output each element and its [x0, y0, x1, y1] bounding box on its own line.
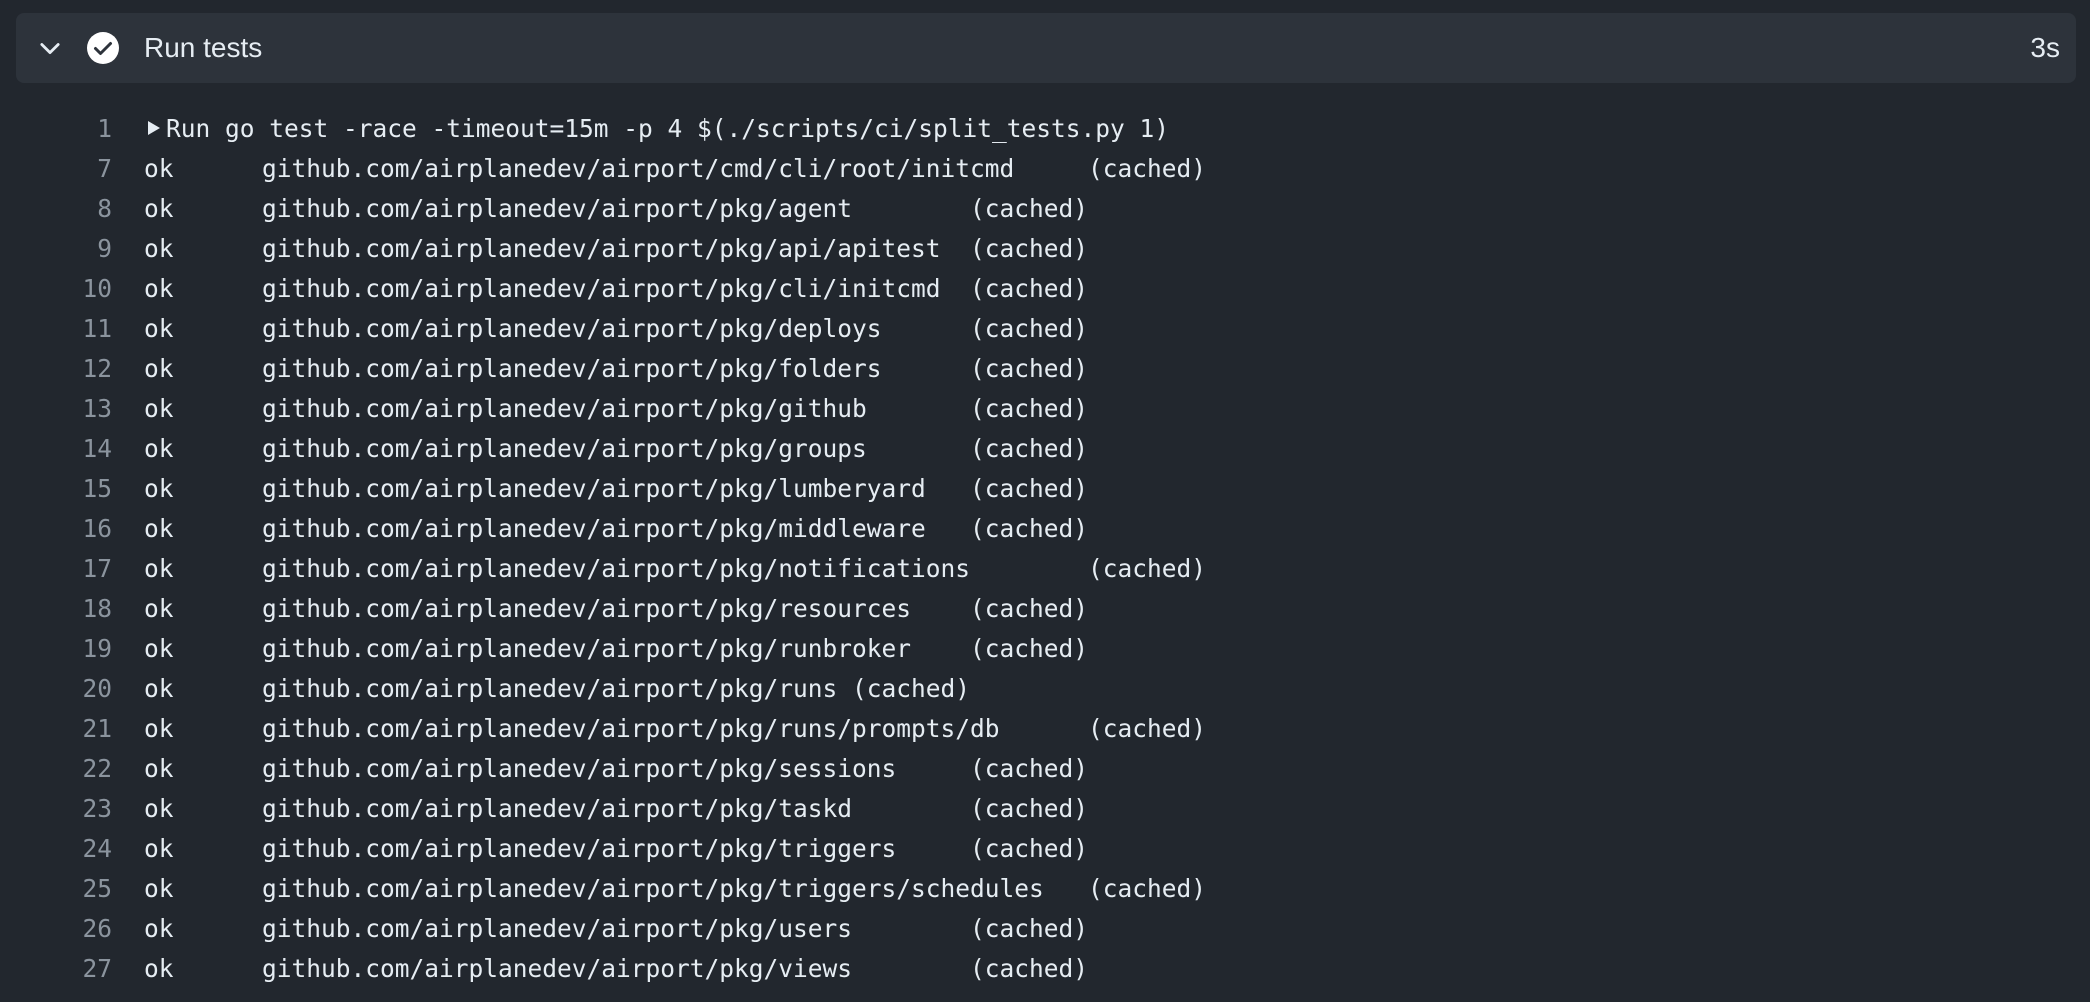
line-number[interactable]: 1 [40, 109, 112, 149]
log-text: ok github.com/airplanedev/airport/pkg/cl… [144, 274, 1089, 303]
line-number[interactable]: 17 [40, 549, 112, 589]
log-text-wrap: ok github.com/airplanedev/airport/pkg/gi… [144, 389, 1088, 429]
step-header[interactable]: Run tests 3s [16, 13, 2076, 83]
log-line: 8 ok github.com/airplanedev/airport/pkg/a… [0, 189, 2090, 229]
log-text-wrap: ok github.com/airplanedev/airport/pkg/lu… [144, 469, 1088, 509]
log-text: ok github.com/airplanedev/airport/pkg/mi… [144, 514, 1089, 543]
log-text: Run go test -race -timeout=15m -p 4 $(./… [166, 114, 1170, 143]
line-number[interactable]: 9 [40, 229, 112, 269]
log-text: ok github.com/airplanedev/airport/pkg/tr… [144, 834, 1089, 863]
log-text: ok github.com/airplanedev/airport/pkg/re… [144, 594, 1089, 623]
log-text-wrap: ok github.com/airplanedev/airport/pkg/tr… [144, 829, 1088, 869]
line-number[interactable]: 27 [40, 949, 112, 989]
log-line: 18 ok github.com/airplanedev/airport/pkg/… [0, 589, 2090, 629]
line-number[interactable]: 12 [40, 349, 112, 389]
line-number[interactable]: 24 [40, 829, 112, 869]
log-line: 20 ok github.com/airplanedev/airport/pkg/… [0, 669, 2090, 709]
log-text: ok github.com/airplanedev/airport/pkg/gr… [144, 434, 1089, 463]
log-text-wrap: ok github.com/airplanedev/airport/pkg/ag… [144, 189, 1088, 229]
log-text-wrap: ok github.com/airplanedev/airport/pkg/ta… [144, 789, 1088, 829]
log-text: ok github.com/airplanedev/airport/pkg/ag… [144, 194, 1089, 223]
log-text: ok github.com/airplanedev/airport/pkg/no… [144, 554, 1207, 583]
log-line: 21 ok github.com/airplanedev/airport/pkg/… [0, 709, 2090, 749]
log-text-wrap: ok github.com/airplanedev/airport/pkg/ru… [144, 669, 970, 709]
log-text-wrap: ok github.com/airplanedev/airport/pkg/us… [144, 909, 1088, 949]
log-line: 17 ok github.com/airplanedev/airport/pkg/… [0, 549, 2090, 589]
log-text: ok github.com/airplanedev/airport/pkg/fo… [144, 354, 1089, 383]
line-number[interactable]: 18 [40, 589, 112, 629]
chevron-down-icon[interactable] [36, 34, 64, 62]
line-number[interactable]: 19 [40, 629, 112, 669]
log-line: 15 ok github.com/airplanedev/airport/pkg/… [0, 469, 2090, 509]
log-text: ok github.com/airplanedev/airport/pkg/ru… [144, 674, 971, 703]
line-number[interactable]: 10 [40, 269, 112, 309]
log-line: 7 ok github.com/airplanedev/airport/cmd/c… [0, 149, 2090, 189]
line-number[interactable]: 23 [40, 789, 112, 829]
log-text-wrap: Run go test -race -timeout=15m -p 4 $(./… [144, 109, 1169, 149]
log-line: 12 ok github.com/airplanedev/airport/pkg/… [0, 349, 2090, 389]
log-line: 10 ok github.com/airplanedev/airport/pkg/… [0, 269, 2090, 309]
log-line: 24 ok github.com/airplanedev/airport/pkg/… [0, 829, 2090, 869]
log-line: 26 ok github.com/airplanedev/airport/pkg/… [0, 909, 2090, 949]
triangle-right-icon[interactable] [144, 118, 164, 138]
log-line: 19 ok github.com/airplanedev/airport/pkg/… [0, 629, 2090, 669]
log-text-wrap: ok github.com/airplanedev/airport/pkg/cl… [144, 269, 1088, 309]
log-line[interactable]: 1 Run go test -race -timeout=15m -p 4 $(.… [0, 109, 2090, 149]
log-text: ok github.com/airplanedev/airport/pkg/tr… [144, 874, 1207, 903]
step-title: Run tests [144, 32, 263, 63]
log-text-wrap: ok github.com/airplanedev/airport/pkg/vi… [144, 949, 1088, 989]
log-text-wrap: ok github.com/airplanedev/airport/pkg/ap… [144, 229, 1088, 269]
log-line: 23 ok github.com/airplanedev/airport/pkg/… [0, 789, 2090, 829]
log-text: ok github.com/airplanedev/airport/pkg/ap… [144, 234, 1089, 263]
log-text: ok github.com/airplanedev/airport/pkg/gi… [144, 394, 1089, 423]
log-text: ok github.com/airplanedev/airport/pkg/ru… [144, 714, 1207, 743]
log-text-wrap: ok github.com/airplanedev/airport/pkg/no… [144, 549, 1206, 589]
log-text: ok github.com/airplanedev/airport/pkg/lu… [144, 474, 1089, 503]
log-text-wrap: ok github.com/airplanedev/airport/pkg/ru… [144, 629, 1088, 669]
log-line: 16 ok github.com/airplanedev/airport/pkg/… [0, 509, 2090, 549]
log-text-wrap: ok github.com/airplanedev/airport/pkg/ru… [144, 709, 1206, 749]
log-text-wrap: ok github.com/airplanedev/airport/pkg/gr… [144, 429, 1088, 469]
log-text: ok github.com/airplanedev/airport/pkg/ta… [144, 794, 1089, 823]
log-text-wrap: ok github.com/airplanedev/airport/cmd/cl… [144, 149, 1206, 189]
log-line: 11 ok github.com/airplanedev/airport/pkg/… [0, 309, 2090, 349]
line-number[interactable]: 7 [40, 149, 112, 189]
log-line: 14 ok github.com/airplanedev/airport/pkg/… [0, 429, 2090, 469]
line-number[interactable]: 13 [40, 389, 112, 429]
log-text: ok github.com/airplanedev/airport/pkg/se… [144, 754, 1089, 783]
line-number[interactable]: 22 [40, 749, 112, 789]
log-line: 9 ok github.com/airplanedev/airport/pkg/a… [0, 229, 2090, 269]
line-number[interactable]: 11 [40, 309, 112, 349]
log-text-wrap: ok github.com/airplanedev/airport/pkg/de… [144, 309, 1088, 349]
line-number[interactable]: 16 [40, 509, 112, 549]
check-circle-icon [87, 32, 119, 64]
line-number[interactable]: 14 [40, 429, 112, 469]
line-number[interactable]: 21 [40, 709, 112, 749]
line-number[interactable]: 8 [40, 189, 112, 229]
log-text-wrap: ok github.com/airplanedev/airport/pkg/se… [144, 749, 1088, 789]
line-number[interactable]: 15 [40, 469, 112, 509]
line-number[interactable]: 20 [40, 669, 112, 709]
log-text: ok github.com/airplanedev/airport/pkg/vi… [144, 954, 1089, 983]
log-line: 27 ok github.com/airplanedev/airport/pkg/… [0, 949, 2090, 989]
log-text-wrap: ok github.com/airplanedev/airport/pkg/mi… [144, 509, 1088, 549]
log-text-wrap: ok github.com/airplanedev/airport/pkg/tr… [144, 869, 1206, 909]
log-line: 25 ok github.com/airplanedev/airport/pkg/… [0, 869, 2090, 909]
log-text: ok github.com/airplanedev/airport/pkg/ru… [144, 634, 1089, 663]
line-number[interactable]: 26 [40, 909, 112, 949]
log-text-wrap: ok github.com/airplanedev/airport/pkg/fo… [144, 349, 1088, 389]
log-line: 22 ok github.com/airplanedev/airport/pkg/… [0, 749, 2090, 789]
log-text: ok github.com/airplanedev/airport/pkg/us… [144, 914, 1089, 943]
log-line: 13 ok github.com/airplanedev/airport/pkg/… [0, 389, 2090, 429]
line-number[interactable]: 25 [40, 869, 112, 909]
log-text: ok github.com/airplanedev/airport/pkg/de… [144, 314, 1089, 343]
log-text: ok github.com/airplanedev/airport/cmd/cl… [144, 154, 1207, 183]
log-output: 1 Run go test -race -timeout=15m -p 4 $(.… [0, 109, 2090, 989]
log-text-wrap: ok github.com/airplanedev/airport/pkg/re… [144, 589, 1088, 629]
step-duration: 3s [2030, 32, 2060, 63]
